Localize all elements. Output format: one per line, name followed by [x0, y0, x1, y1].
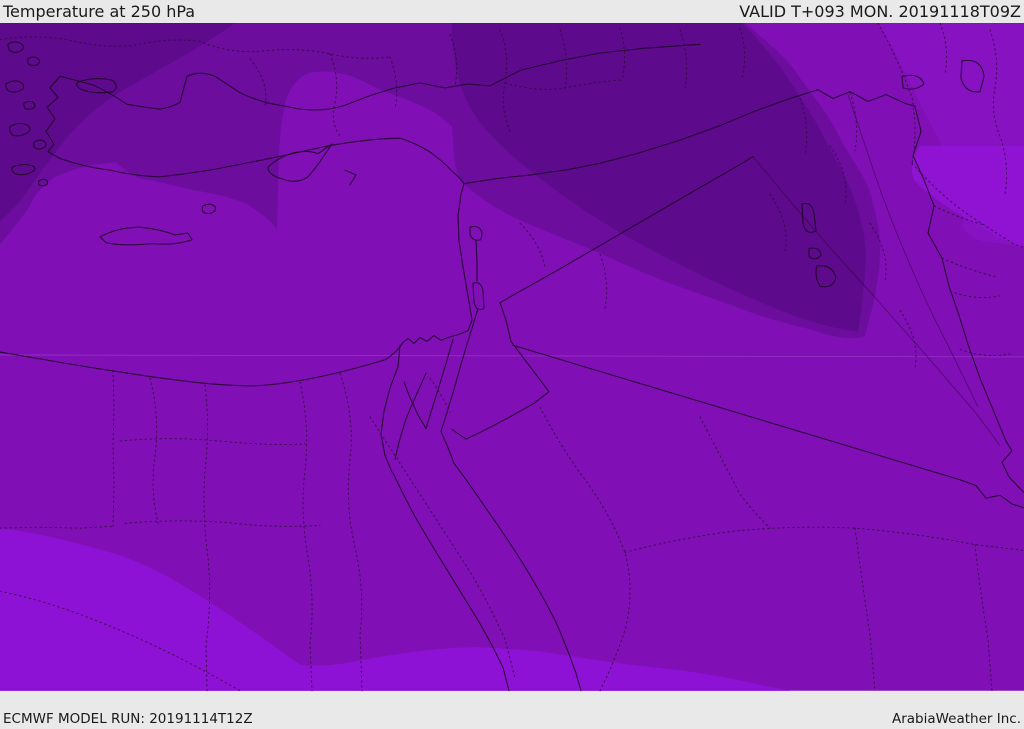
model-run-label: ECMWF MODEL RUN: 20191114T12Z [3, 711, 253, 728]
header-bar: Temperature at 250 hPa VALID T+093 MON. … [0, 0, 1024, 23]
weather-map-product: Temperature at 250 hPa VALID T+093 MON. … [0, 0, 1024, 729]
credit-label: ArabiaWeather Inc. [891, 711, 1021, 728]
valid-time-label: VALID T+093 MON. 20191118T09Z [739, 1, 1021, 21]
map-title: Temperature at 250 hPa [3, 1, 196, 21]
footer-bar: ECMWF MODEL RUN: 20191114T12Z ArabiaWeat… [0, 713, 1024, 729]
temperature-map [0, 23, 1024, 692]
